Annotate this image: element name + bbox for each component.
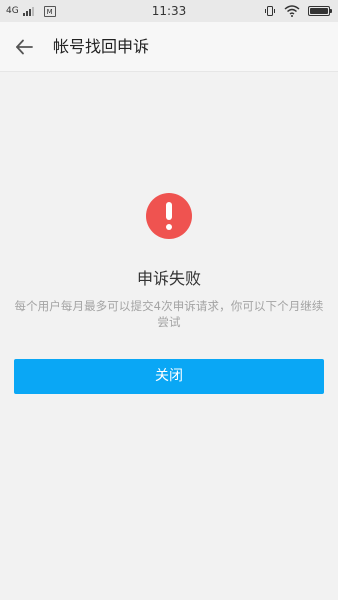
- back-button[interactable]: [10, 33, 38, 61]
- vibrate-icon: [265, 6, 275, 16]
- battery-icon: [308, 6, 332, 16]
- exclamation-circle-icon: [146, 193, 192, 239]
- close-button[interactable]: 关闭: [14, 359, 324, 394]
- title-bar: 帐号找回申诉: [0, 22, 338, 72]
- battery-level: [310, 8, 328, 14]
- exclamation-dot: [166, 224, 172, 230]
- status-bar: 4G M 11:33: [0, 0, 338, 22]
- status-right: [264, 4, 332, 18]
- result-description: 每个用户每月最多可以提交4次申诉请求，你可以下个月继续尝试: [14, 299, 324, 329]
- exclamation-bar: [166, 202, 172, 220]
- wifi-icon: [284, 5, 300, 17]
- result-title: 申诉失败: [136, 269, 201, 288]
- page-title: 帐号找回申诉: [53, 37, 150, 56]
- arrow-left-icon: [16, 39, 33, 55]
